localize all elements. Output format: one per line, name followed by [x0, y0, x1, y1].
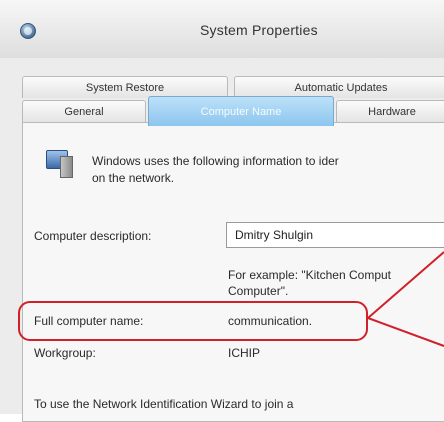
annotation-highlight	[18, 301, 368, 341]
intro-text-line2: on the network.	[92, 171, 175, 185]
tab-general[interactable]: General	[22, 100, 146, 122]
computer-description-input[interactable]: Dmitry Shulgin	[226, 222, 444, 248]
wizard-text: To use the Network Identification Wizard…	[34, 397, 294, 411]
computer-icon	[46, 150, 73, 178]
tab-system-restore[interactable]: System Restore	[22, 76, 228, 98]
intro-text-line1: Windows uses the following information t…	[92, 154, 339, 168]
workgroup-value: ICHIP	[228, 346, 261, 360]
window-title: System Properties	[200, 22, 318, 38]
computer-description-label: Computer description:	[34, 229, 152, 243]
system-properties-window: System Properties System Restore Automat…	[0, 0, 444, 422]
example-text-line2: Computer".	[228, 284, 289, 298]
tab-hardware[interactable]: Hardware	[336, 100, 444, 122]
window-menu-icon[interactable]	[20, 23, 36, 39]
tab-automatic-updates[interactable]: Automatic Updates	[234, 76, 444, 98]
workgroup-label: Workgroup:	[34, 346, 96, 360]
title-bar: System Properties	[0, 0, 444, 59]
tab-computer-name[interactable]: Computer Name	[148, 96, 334, 126]
example-text-line1: For example: "Kitchen Comput	[228, 268, 391, 282]
tower-icon	[60, 156, 73, 178]
